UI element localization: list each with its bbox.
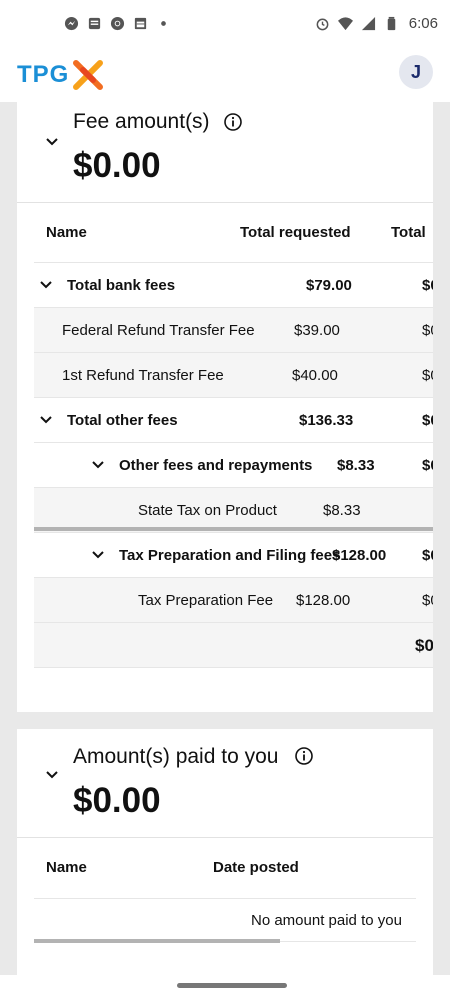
signal-icon [361,16,375,31]
wifi-icon [337,17,353,31]
row-total: $0 [422,322,433,339]
row-name: Other fees and repayments [119,457,313,474]
system-icons: 6:06 [315,15,438,32]
col-header-total-requested: Total requested [240,224,351,241]
dot-icon [161,21,166,26]
user-avatar[interactable]: J [399,55,433,89]
row-name: Federal Refund Transfer Fee [62,322,255,339]
chrome-icon [110,16,125,31]
row-total: $0 [422,592,433,609]
table-row: Federal Refund Transfer Fee $39.00 $0 [34,308,433,353]
info-icon[interactable] [294,746,314,766]
divider [17,202,433,203]
table-row[interactable]: Tax Preparation and Filing fees $128.00 … [34,533,433,578]
status-time: 6:06 [408,15,438,32]
table-row: $0 [34,623,433,668]
row-name: Total other fees [67,412,178,429]
divider [17,837,433,838]
alarm-icon [316,18,329,31]
table-row: 1st Refund Transfer Fee $40.00 $0 [34,353,433,398]
chevron-down-icon[interactable] [90,457,106,473]
tpg-logo[interactable]: TPG [17,60,104,90]
chevron-down-icon[interactable] [38,277,54,293]
chevron-down-icon[interactable] [90,547,106,563]
col-header-date-posted: Date posted [213,859,299,876]
row-name: Tax Preparation Fee [138,592,274,609]
chevron-down-icon[interactable] [44,767,60,783]
fee-amount-value: $0.00 [73,146,161,185]
row-name: Total bank fees [67,277,176,294]
amount-paid-value: $0.00 [73,781,161,820]
row-total: $0 [422,277,433,294]
battery-icon [387,16,396,31]
table-row[interactable]: Total other fees $136.33 $0 [34,398,433,443]
row-requested: $128.00 [296,592,351,609]
row-name: 1st Refund Transfer Fee [62,367,224,384]
col-header-name: Name [46,859,87,876]
app-header: TPG J [0,48,450,102]
row-requested: $40.00 [292,367,338,384]
row-total: $0 [422,412,433,429]
table-row: Tax Preparation Fee $128.00 $0 [34,578,433,623]
horizontal-scrollbar[interactable] [34,527,433,531]
row-total: $0 [422,367,433,384]
row-requested: $79.00 [306,277,352,294]
chevron-down-icon[interactable] [38,412,54,428]
horizontal-scrollbar[interactable] [34,939,280,943]
row-requested: $128.00 [332,547,387,564]
fee-amounts-card: Fee amount(s) $0.00 Name Total requested… [17,102,433,712]
info-icon[interactable] [223,112,243,132]
messenger-icon [64,16,79,31]
row-total: $0 [422,547,433,564]
row-requested: $8.33 [337,457,375,474]
calendar-icon [134,17,147,30]
row-requested: $136.33 [299,412,354,429]
amounts-paid-card: Amount(s) paid to you $0.00 Name Date po… [17,729,433,979]
amounts-paid-title: Amount(s) paid to you [73,745,279,768]
logo-x-icon [73,60,104,90]
row-name: Tax Preparation and Filing fees [119,547,341,564]
row-requested: $39.00 [294,322,340,339]
table-row[interactable]: Total bank fees $79.00 $0 [34,263,433,308]
logo-text: TPG [17,61,70,88]
notification-icons [64,16,171,31]
table-row[interactable]: Other fees and repayments $8.33 $0 [34,443,433,488]
news-icon [88,17,101,30]
chevron-down-icon[interactable] [44,134,60,150]
home-indicator[interactable] [177,983,287,988]
fee-amounts-title: Fee amount(s) [73,110,210,133]
status-bar: 6:06 [0,0,450,48]
row-total: $0 [422,457,433,474]
col-header-name: Name [46,224,87,241]
empty-message: No amount paid to you [251,912,402,929]
row-total: $0 [415,636,433,655]
col-header-total: Total [391,224,426,241]
divider [34,898,416,899]
